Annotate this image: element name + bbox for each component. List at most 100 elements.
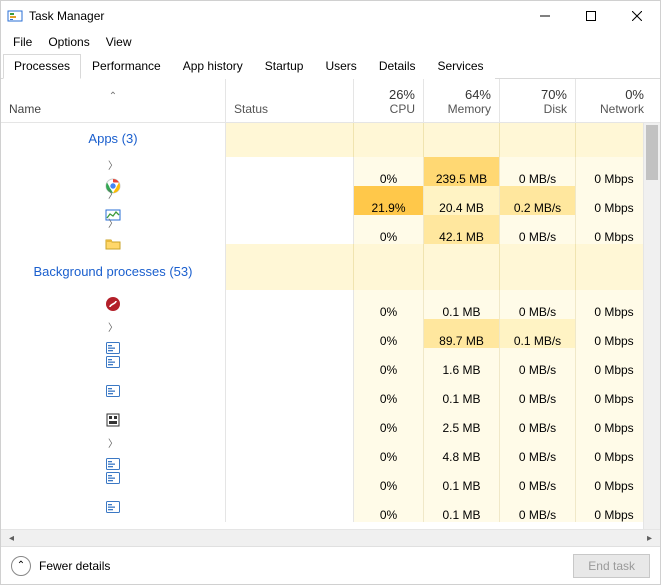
cell-cpu: 0% — [354, 493, 424, 522]
vertical-scrollbar[interactable] — [643, 123, 660, 529]
cell-memory — [424, 123, 500, 157]
tab-processes[interactable]: Processes — [3, 54, 81, 79]
cell-disk: 0.2 MB/s — [500, 186, 576, 215]
cell-cpu: 0% — [354, 319, 424, 348]
cell-disk: 0 MB/s — [500, 406, 576, 435]
cell-network: 0 Mbps — [576, 290, 652, 319]
horizontal-scrollbar[interactable]: ◂ ▸ — [1, 529, 660, 546]
cell-network: 0 Mbps — [576, 493, 652, 522]
process-row[interactable]: 〉Antimalware Service Executable0%89.7 MB… — [1, 319, 643, 348]
end-task-button[interactable]: End task — [573, 554, 650, 578]
cell-cpu: 0% — [354, 290, 424, 319]
cell-disk: 0 MB/s — [500, 464, 576, 493]
cell-disk: 0 MB/s — [500, 215, 576, 244]
menu-view[interactable]: View — [98, 33, 140, 51]
service-icon — [105, 470, 121, 486]
col-memory[interactable]: 64% Memory — [424, 79, 500, 122]
cell-cpu: 0% — [354, 157, 424, 186]
cell-memory: 20.4 MB — [424, 186, 500, 215]
cell-memory: 239.5 MB — [424, 157, 500, 186]
expand-chevron-icon[interactable]: 〉 — [107, 186, 119, 201]
process-row[interactable]: 〉Google Chrome (11)0%239.5 MB0 MB/s0 Mbp… — [1, 157, 643, 186]
cell-memory: 0.1 MB — [424, 493, 500, 522]
service-icon — [105, 354, 121, 370]
process-row[interactable]: Features On Demand Helper0%0.1 MB0 MB/s0… — [1, 493, 643, 522]
menu-options[interactable]: Options — [40, 33, 97, 51]
cell-status — [226, 435, 354, 464]
titlebar: Task Manager — [1, 1, 660, 31]
cell-network — [576, 256, 652, 290]
scroll-right-icon[interactable]: ▸ — [641, 532, 658, 545]
group-title: Background processes (53) — [1, 256, 226, 290]
cell-name: 〉Windows Explorer — [1, 215, 226, 244]
group-gap — [1, 244, 643, 256]
expand-chevron-icon[interactable]: 〉 — [107, 215, 119, 230]
col-name[interactable]: ⌃ Name — [1, 79, 226, 122]
expand-chevron-icon[interactable]: 〉 — [107, 435, 119, 450]
col-status-label: Status — [234, 102, 345, 116]
cell-memory: 42.1 MB — [424, 215, 500, 244]
col-disk-label: Disk — [544, 102, 567, 116]
cell-name: 〉Antimalware Service Executable — [1, 319, 226, 348]
close-button[interactable] — [614, 1, 660, 31]
cell-network: 0 Mbps — [576, 186, 652, 215]
cell-status — [226, 319, 354, 348]
cell-name: 〉CxAudioSvc — [1, 435, 226, 464]
tab-app-history[interactable]: App history — [172, 54, 254, 79]
process-row[interactable]: CTF Loader0%2.5 MB0 MB/s0 Mbps — [1, 406, 643, 435]
col-network[interactable]: 0% Network — [576, 79, 652, 122]
cell-disk: 0 MB/s — [500, 157, 576, 186]
cell-memory: 0.1 MB — [424, 290, 500, 319]
process-row[interactable]: 〉CxAudioSvc0%4.8 MB0 MB/s0 Mbps — [1, 435, 643, 464]
col-cpu[interactable]: 26% CPU — [354, 79, 424, 122]
col-memory-pct: 64% — [465, 87, 491, 102]
cell-status — [226, 377, 354, 406]
process-row[interactable]: 64-bit Synaptics Pointing Enhan... 0%0.1 … — [1, 290, 643, 319]
tab-details[interactable]: Details — [368, 54, 427, 79]
cell-memory: 0.1 MB — [424, 464, 500, 493]
fewer-details-link[interactable]: Fewer details — [39, 559, 110, 573]
process-row[interactable]: 〉Windows Explorer0%42.1 MB0 MB/s0 Mbps — [1, 215, 643, 244]
cell-network: 0 Mbps — [576, 435, 652, 464]
maximize-button[interactable] — [568, 1, 614, 31]
service-icon — [105, 383, 121, 399]
menu-file[interactable]: File — [5, 33, 40, 51]
tab-startup[interactable]: Startup — [254, 54, 315, 79]
tab-services[interactable]: Services — [427, 54, 495, 79]
col-name-label: Name — [9, 102, 217, 116]
group-header: Apps (3) — [1, 123, 643, 157]
scroll-left-icon[interactable]: ◂ — [3, 532, 20, 545]
cell-status — [226, 290, 354, 319]
scrollbar-thumb[interactable] — [646, 125, 658, 180]
cell-name: Device Association Framework ... — [1, 464, 226, 493]
cell-name: 〉Task Manager — [1, 186, 226, 215]
col-cpu-pct: 26% — [389, 87, 415, 102]
cell-disk — [500, 256, 576, 290]
col-status[interactable]: Status — [226, 79, 354, 122]
chevron-up-icon[interactable]: ⌃ — [11, 556, 31, 576]
cell-network: 0 Mbps — [576, 406, 652, 435]
tab-users[interactable]: Users — [314, 54, 367, 79]
process-row[interactable]: Device Association Framework ...0%0.1 MB… — [1, 464, 643, 493]
minimize-button[interactable] — [522, 1, 568, 31]
process-row[interactable]: COM Surrogate0%1.6 MB0 MB/s0 Mbps — [1, 348, 643, 377]
cell-cpu: 0% — [354, 406, 424, 435]
tab-performance[interactable]: Performance — [81, 54, 172, 79]
col-disk[interactable]: 70% Disk — [500, 79, 576, 122]
process-row[interactable]: Component Package Support S...0%0.1 MB0 … — [1, 377, 643, 406]
synaptics-icon — [105, 296, 121, 312]
cell-network: 0 Mbps — [576, 348, 652, 377]
cell-cpu: 0% — [354, 215, 424, 244]
process-row[interactable]: 〉Task Manager21.9%20.4 MB0.2 MB/s0 Mbps — [1, 186, 643, 215]
col-network-pct: 0% — [625, 87, 644, 102]
cell-name: Component Package Support S... — [1, 377, 226, 406]
cell-status — [226, 493, 354, 522]
footer: ⌃ Fewer details End task — [1, 546, 660, 584]
cell-memory — [424, 256, 500, 290]
cell-cpu — [354, 123, 424, 157]
expand-chevron-icon[interactable]: 〉 — [107, 319, 119, 334]
cell-name: 64-bit Synaptics Pointing Enhan... — [1, 290, 226, 319]
cell-status — [226, 406, 354, 435]
tabstrip: Processes Performance App history Startu… — [1, 53, 660, 79]
expand-chevron-icon[interactable]: 〉 — [107, 157, 119, 172]
